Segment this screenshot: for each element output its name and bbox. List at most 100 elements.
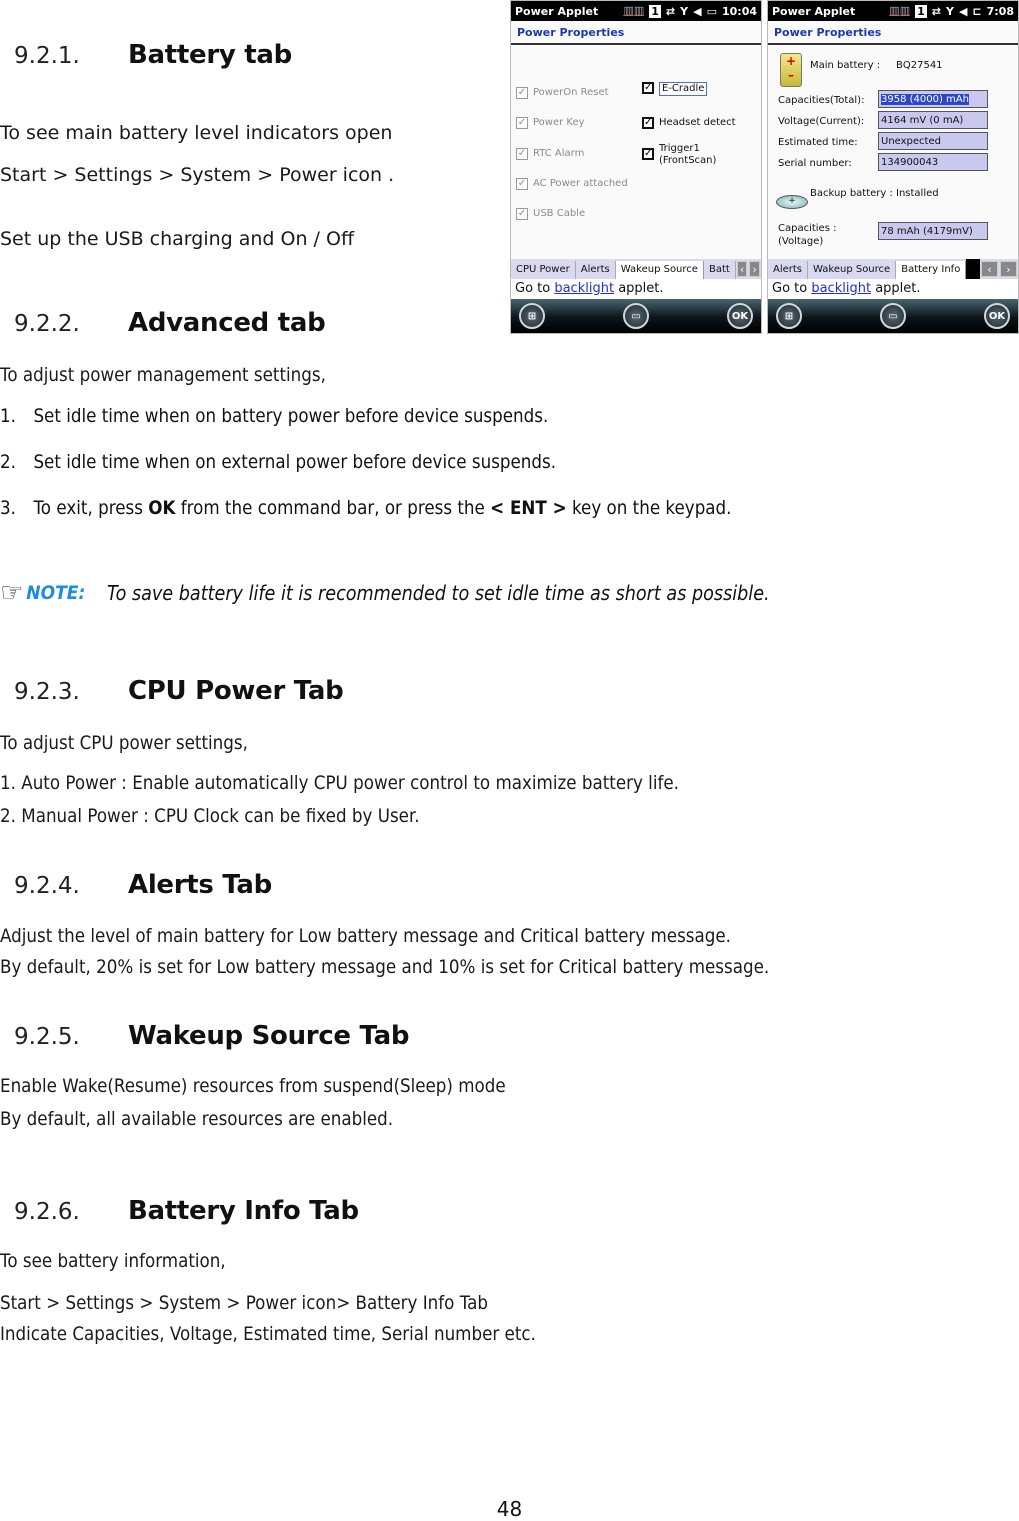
paragraph: To see battery information, [0,1250,226,1272]
check-icon: ✓ [642,117,654,129]
check-icon: ✓ [642,148,654,160]
list-item: 1. Set idle time when on battery power be… [0,405,549,427]
paragraph: Enable Wake(Resume) resources from suspe… [0,1075,506,1097]
tab-scroll-left-icon[interactable]: ‹ [736,261,748,277]
section-number: 9.2.3. [14,679,80,705]
keyboard-indicator-icon: ▥▥ [623,4,645,17]
title-bar: Power Applet ▥▥ 1 ⇄ Y ◀ ⊏ 7:08 [768,1,1018,21]
main-battery-value: BQ27541 [896,60,943,71]
checkbox-rtc-alarm[interactable]: ✓ RTC Alarm [516,148,584,160]
section-title: Wakeup Source Tab [128,1021,410,1051]
ok-button[interactable]: OK [727,303,753,329]
windows-start-icon[interactable]: ⊞ [519,303,545,329]
backlight-link[interactable]: backlight [554,281,614,296]
paragraph: Start > Settings > System > Power icon . [0,164,395,186]
section-title: Alerts Tab [128,870,272,900]
tab-alerts[interactable]: Alerts [768,261,809,279]
checkbox-power-key[interactable]: ✓ Power Key [516,117,585,129]
keyboard-icon[interactable]: ▭ [623,303,649,329]
check-icon: ✓ [642,82,654,94]
connectivity-icon: ⇄ [665,4,676,18]
section-title: Battery tab [128,40,292,70]
checkbox-trigger1[interactable]: ✓ Trigger1 (FrontScan) [642,143,716,167]
section-heading-cpu-power-tab: 9.2.3. CPU Power Tab [14,676,344,706]
input-mode-indicator: 1 [915,4,927,18]
paragraph: By default, all available resources are … [0,1108,394,1130]
paragraph: Adjust the level of main battery for Low… [0,925,731,947]
page-header: Power Properties [768,21,1018,45]
main-battery-icon: + – [780,53,802,87]
paragraph: Indicate Capacities, Voltage, Estimated … [0,1323,536,1345]
tab-scroll-right-icon[interactable]: › [1000,261,1017,277]
paragraph: By default, 20% is set for Low battery m… [0,956,770,978]
section-title: Battery Info Tab [128,1196,359,1226]
capacities-total-value: 3958 (4000) mAh [878,90,988,108]
paragraph: 1. Auto Power : Enable automatically CPU… [0,772,679,794]
backup-capacity-value: 78 mAh (4179mV) [878,222,988,240]
backup-battery-value: Installed [896,188,939,199]
tab-battery-info[interactable]: Battery Info [896,261,967,279]
backup-battery-icon: + [776,195,808,209]
section-title: Advanced tab [128,308,326,338]
clock: 10:04 [721,4,757,18]
list-item: 2. Set idle time when on external power b… [0,451,557,473]
tab-alerts[interactable]: Alerts [575,261,616,279]
check-icon: ✓ [516,87,528,99]
input-mode-indicator: 1 [649,4,661,18]
section-number: 9.2.1. [14,43,80,69]
windows-start-icon[interactable]: ⊞ [776,303,802,329]
tab-scroll-right-icon[interactable]: › [749,261,760,277]
speaker-icon: ◀ [958,4,968,18]
title-bar: Power Applet ▥▥ 1 ⇄ Y ◀ ▭ 10:04 [511,1,761,21]
tab-cpu-power[interactable]: CPU Power [511,261,576,279]
list-item: 3. To exit, press OK from the command bar… [0,497,732,519]
paragraph: 2. Manual Power : CPU Clock can be fixed… [0,805,420,827]
checkbox-ac-power[interactable]: ✓ AC Power attached [516,178,628,190]
page-header: Power Properties [511,21,761,45]
tab-bar: Alerts Wakeup Source Battery Info ‹ › [768,259,1018,279]
section-heading-battery-tab: 9.2.1. Battery tab [14,40,292,70]
speaker-icon: ◀ [693,4,702,18]
field-label: Capacities(Total): [778,95,865,106]
page-number: 48 [496,1497,523,1521]
tab-wakeup-source[interactable]: Wakeup Source [808,261,897,279]
section-number: 9.2.6. [14,1199,80,1225]
field-label: Voltage(Current): [778,116,865,127]
paragraph: To adjust CPU power settings, [0,732,248,754]
note-text: To save battery life it is recommended t… [106,581,770,605]
keyboard-icon[interactable]: ▭ [880,303,906,329]
checkbox-headset-detect[interactable]: ✓ Headset detect [642,117,736,129]
checkbox-usb-cable[interactable]: ✓ USB Cable [516,208,585,220]
connectivity-icon: ⇄ [931,4,941,18]
estimated-time-value: Unexpected [878,132,988,150]
backup-battery-label: Backup battery : [810,188,893,199]
voltage-current-value: 4164 mV (0 mA) [878,111,988,129]
checkbox-e-cradle[interactable]: ✓ E-Cradle [642,82,708,96]
field-label: Estimated time: [778,137,858,148]
backup-cap-label: Capacities : (Voltage) [778,223,837,247]
battery-icon: ▭ [706,4,717,18]
check-icon: ✓ [516,148,528,160]
paragraph: Set up the USB charging and On / Off [0,228,355,250]
goto-backlight: Go to backlight applet. [772,281,921,296]
charging-icon: ⊏ [972,4,982,18]
screenshot-wakeup-source: Power Applet ▥▥ 1 ⇄ Y ◀ ▭ 10:04 Power Pr… [510,0,762,334]
section-heading-battery-info-tab: 9.2.6. Battery Info Tab [14,1196,359,1226]
tab-wakeup-source[interactable]: Wakeup Source [615,261,704,279]
backlight-link[interactable]: backlight [811,281,871,296]
command-bar: ⊞ ▭ OK [768,299,1018,333]
section-number: 9.2.4. [14,873,80,899]
section-title: CPU Power Tab [128,676,344,706]
note-label: NOTE: [26,582,86,604]
app-title: Power Applet [772,4,856,18]
goto-backlight: Go to backlight applet. [515,281,664,296]
tab-scroll-left-icon[interactable]: ‹ [981,261,998,277]
checkbox-poweron-reset[interactable]: ✓ PowerOn Reset [516,87,609,99]
ok-button[interactable]: OK [984,303,1010,329]
paragraph: To see main battery level indicators ope… [0,122,393,144]
tab-battery-truncated[interactable]: Batt [703,261,736,279]
main-battery-label: Main battery : [810,60,881,71]
tab-bar: CPU Power Alerts Wakeup Source Batt ‹ › [511,259,761,279]
field-label: Serial number: [778,158,852,169]
paragraph: Start > Settings > System > Power icon> … [0,1292,489,1314]
